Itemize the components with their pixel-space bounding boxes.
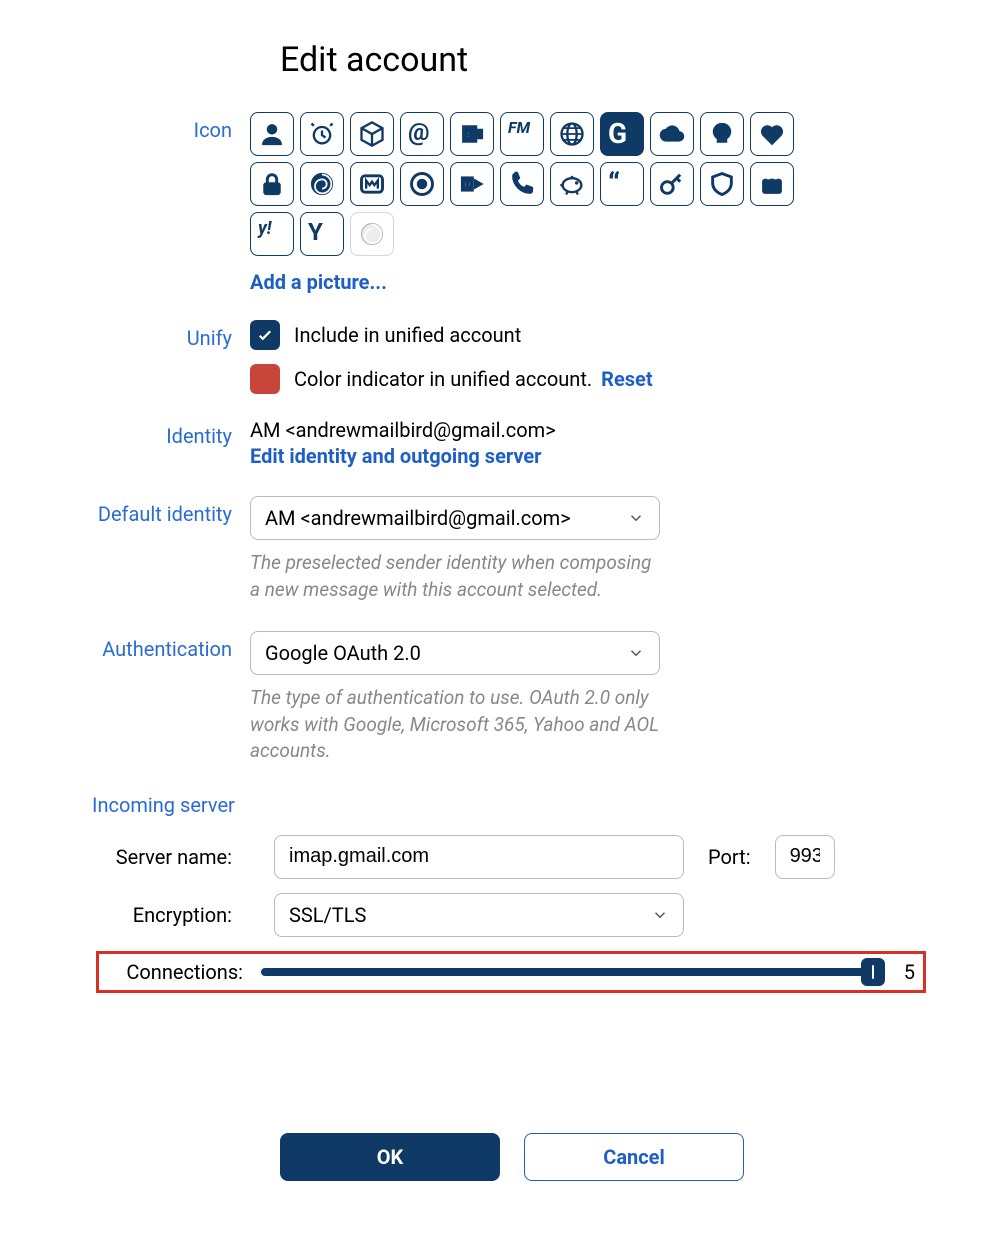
port-input[interactable] [775, 835, 835, 879]
chevron-down-icon [651, 906, 669, 924]
ok-button[interactable]: OK [280, 1133, 500, 1181]
authentication-label: Authentication [70, 631, 250, 661]
fm-icon[interactable]: FM [500, 112, 544, 156]
m-icon[interactable] [350, 162, 394, 206]
connections-highlight: Connections: 5 [96, 951, 926, 993]
reset-color-link[interactable]: Reset [601, 367, 652, 391]
clock-icon[interactable] [300, 112, 344, 156]
cloud-icon[interactable] [650, 112, 694, 156]
yahoo-icon[interactable]: y! [250, 212, 294, 256]
check-icon [256, 326, 274, 344]
color-indicator-text: Color indicator in unified account. Rese… [294, 367, 653, 391]
authentication-help: The type of authentication to use. OAuth… [250, 685, 660, 765]
globe-icon[interactable] [550, 112, 594, 156]
port-label: Port: [708, 845, 751, 869]
include-unified-checkbox[interactable] [250, 320, 280, 350]
server-name-input[interactable] [274, 835, 684, 879]
box-icon[interactable] [350, 112, 394, 156]
default-identity-help: The preselected sender identity when com… [250, 550, 660, 603]
connections-label: Connections: [107, 960, 261, 984]
ms-exchange-icon[interactable]: E [450, 112, 494, 156]
include-unified-text: Include in unified account [294, 323, 521, 347]
chevron-down-icon [627, 509, 645, 527]
encryption-value: SSL/TLS [289, 903, 366, 927]
icon-label: Icon [70, 112, 250, 142]
unify-label: Unify [70, 320, 250, 350]
identity-display: AM <andrewmailbird@gmail.com> [250, 418, 926, 442]
authentication-value: Google OAuth 2.0 [265, 641, 421, 665]
bulb-icon[interactable] [700, 112, 744, 156]
add-picture-link[interactable]: Add a picture... [250, 270, 387, 294]
shield-icon[interactable] [700, 162, 744, 206]
heart-icon[interactable] [750, 112, 794, 156]
spiral-icon[interactable] [300, 162, 344, 206]
encryption-label: Encryption: [70, 903, 250, 927]
at-icon[interactable]: @ [400, 112, 444, 156]
briefcase-icon[interactable] [750, 162, 794, 206]
default-identity-value: AM <andrewmailbird@gmail.com> [265, 506, 571, 530]
slider-thumb[interactable] [861, 958, 885, 986]
page-title: Edit account [280, 40, 926, 80]
default-identity-label: Default identity [70, 496, 250, 526]
quote-icon[interactable]: “ [600, 162, 644, 206]
connections-value: 5 [895, 960, 915, 984]
svg-text:O: O [464, 180, 471, 191]
phone-icon[interactable] [500, 162, 544, 206]
authentication-select[interactable]: Google OAuth 2.0 [250, 631, 660, 675]
connections-slider[interactable] [261, 958, 885, 986]
chevron-down-icon [627, 644, 645, 662]
incoming-server-header: Incoming server [92, 793, 926, 817]
person-icon[interactable] [250, 112, 294, 156]
lock-icon[interactable] [250, 162, 294, 206]
svg-text:E: E [467, 129, 473, 142]
y-icon[interactable]: Y [300, 212, 344, 256]
piggybank-icon[interactable] [550, 162, 594, 206]
spiral2-icon[interactable] [350, 212, 394, 256]
disc-icon[interactable] [400, 162, 444, 206]
key-icon[interactable] [650, 162, 694, 206]
color-indicator-swatch[interactable] [250, 364, 280, 394]
default-identity-select[interactable]: AM <andrewmailbird@gmail.com> [250, 496, 660, 540]
google-icon[interactable]: G [600, 112, 644, 156]
identity-label: Identity [70, 418, 250, 448]
server-name-label: Server name: [70, 845, 250, 869]
icon-grid: @ E FM G O “ y! Y [250, 112, 830, 256]
cancel-button[interactable]: Cancel [524, 1133, 744, 1181]
encryption-select[interactable]: SSL/TLS [274, 893, 684, 937]
outlook-icon[interactable]: O [450, 162, 494, 206]
edit-identity-link[interactable]: Edit identity and outgoing server [250, 444, 542, 468]
